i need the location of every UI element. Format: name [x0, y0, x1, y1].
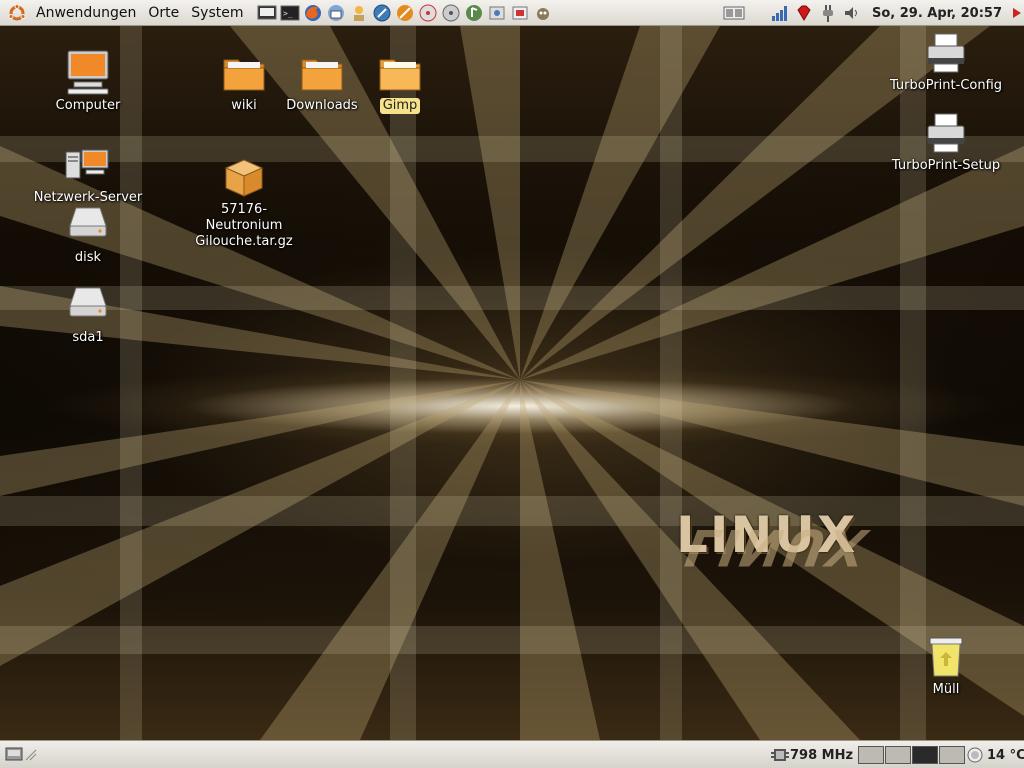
cpu-frequency-label: 798 MHz — [790, 747, 854, 763]
package-icon[interactable] — [486, 2, 508, 24]
folder-icon — [379, 59, 421, 91]
computer-icon — [67, 50, 109, 95]
network-server-icon — [65, 149, 109, 179]
desktop-icon-sda1[interactable]: sda1 — [28, 280, 148, 346]
desktop-icon-label: sda1 — [72, 330, 104, 345]
temperature-label: 14 °C — [987, 747, 1024, 763]
network-signal-icon[interactable] — [769, 2, 791, 24]
desktop-archive-file[interactable]: 57176-Neutronium Gilouche.tar.gz — [184, 152, 304, 250]
desktop-icon-label: disk — [74, 250, 102, 265]
terminal-icon[interactable] — [256, 2, 278, 24]
menu-places[interactable]: Orte — [142, 0, 185, 26]
terminal-icon[interactable]: >_ — [279, 2, 301, 24]
workspace-4[interactable] — [939, 746, 965, 764]
workspace-3[interactable] — [912, 746, 938, 764]
workspace-2[interactable] — [885, 746, 911, 764]
desktop-icon-label: Computer — [55, 98, 121, 113]
ruby-gem-icon[interactable] — [793, 2, 815, 24]
gimp-icon[interactable] — [532, 2, 554, 24]
audio-icon[interactable] — [463, 2, 485, 24]
drive-icon — [69, 207, 107, 237]
cpu-frequency[interactable]: 798 MHz — [770, 741, 853, 768]
wallpaper-linux-reflection: LINUX — [676, 518, 879, 576]
desktop-icon-label: TurboPrint-Setup — [891, 158, 1001, 173]
thunderbird-icon[interactable] — [325, 2, 347, 24]
window-list-icon[interactable] — [723, 2, 745, 24]
desktop-folder-gimp[interactable]: Gimp — [340, 48, 460, 114]
desktop-icon-network-server[interactable]: Netzwerk-Server — [28, 140, 148, 206]
network-icon[interactable] — [371, 2, 393, 24]
folder-icon — [301, 59, 343, 91]
bottom-panel: 798 MHz 14 °C — [0, 740, 1024, 768]
stripe-icon[interactable] — [394, 2, 416, 24]
cpu-icon — [771, 749, 789, 761]
package-icon[interactable] — [509, 2, 531, 24]
desktop-icon-trash[interactable]: Müll — [886, 632, 1006, 698]
desktop-icon-label: 57176-Neutronium Gilouche.tar.gz — [195, 202, 293, 249]
user-icon[interactable] — [348, 2, 370, 24]
desktop-icon-label: Gimp — [379, 98, 421, 114]
menu-system[interactable]: System — [185, 0, 249, 26]
firefox-icon[interactable] — [302, 2, 324, 24]
desktop-icon-disk[interactable]: disk — [28, 200, 148, 266]
desktop-icon-computer[interactable]: Computer — [28, 48, 148, 114]
launcher-bar: >_ — [256, 2, 555, 24]
package-icon — [224, 159, 264, 197]
system-tray: So, 29. Apr, 20:57 — [722, 0, 1024, 26]
menu-applications[interactable]: Anwendungen — [30, 0, 142, 26]
cd-icon[interactable] — [440, 2, 462, 24]
desktop-icon-label: TurboPrint-Config — [889, 78, 1003, 93]
logout-icon[interactable] — [1009, 2, 1023, 24]
svg-text:>_: >_ — [283, 9, 293, 18]
desktop-icon-turboprint-config[interactable]: TurboPrint-Config — [886, 28, 1006, 94]
show-desktop-icon[interactable] — [5, 746, 23, 766]
printer-icon — [927, 33, 965, 73]
folder-icon — [223, 59, 265, 91]
drive-icon — [69, 287, 107, 317]
cd-icon[interactable] — [417, 2, 439, 24]
clock[interactable]: So, 29. Apr, 20:57 — [864, 6, 1008, 21]
desktop-icon-turboprint-setup[interactable]: TurboPrint-Setup — [886, 108, 1006, 174]
power-plug-icon[interactable] — [817, 2, 839, 24]
weather-icon — [967, 747, 983, 763]
ubuntu-logo-icon[interactable] — [8, 3, 26, 22]
workspace-1[interactable] — [858, 746, 884, 764]
top-panel: Anwendungen Orte System >_ So, 29. Apr, … — [0, 0, 1024, 26]
workspace-switcher[interactable] — [858, 746, 966, 764]
weather-temperature[interactable]: 14 °C — [966, 741, 1024, 768]
panel-drag-handle-icon[interactable] — [25, 747, 37, 765]
wallpaper-rays — [0, 26, 1024, 740]
volume-icon[interactable] — [841, 2, 863, 24]
desktop-icon-label: Müll — [932, 682, 960, 697]
desktop[interactable]: LINUX LINUX Computer Netzwerk-Server dis… — [0, 26, 1024, 740]
printer-icon — [927, 113, 965, 153]
desktop-icon-label: wiki — [231, 98, 257, 113]
trash-icon — [929, 637, 963, 677]
